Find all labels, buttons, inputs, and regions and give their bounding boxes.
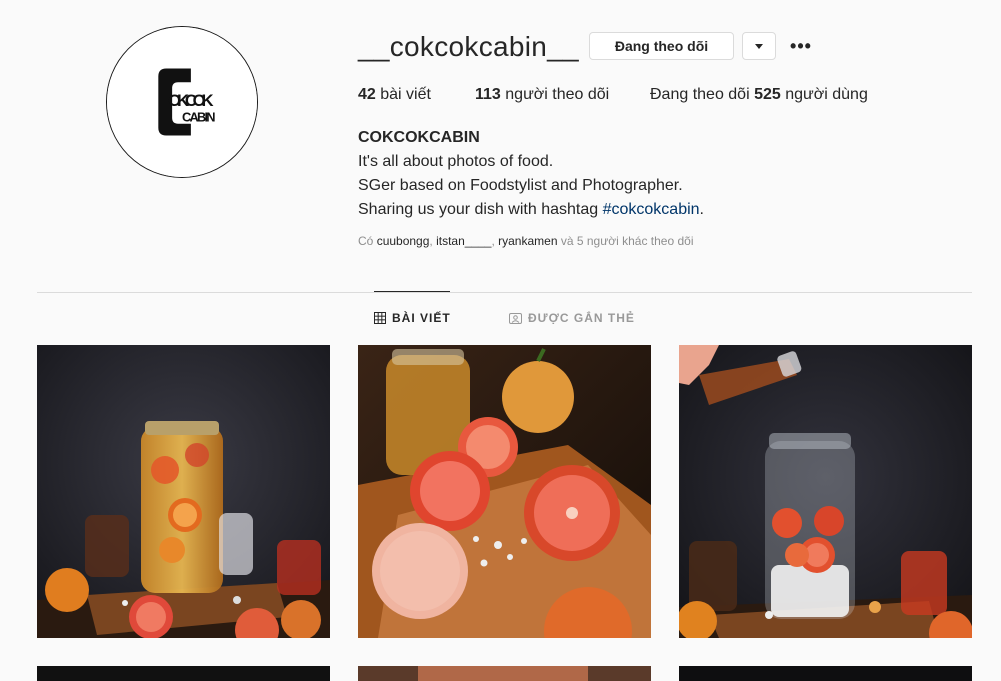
posts-stat: 42 bài viết — [358, 86, 431, 104]
post-image-blood-oranges — [358, 345, 651, 638]
bio-name: COKCOKCABIN — [358, 129, 480, 146]
grid-icon — [374, 312, 386, 324]
post-image-partial — [679, 666, 972, 681]
post-image-jar-citrus — [37, 345, 330, 638]
following-button[interactable]: Đang theo dõi — [589, 32, 734, 60]
following-count: 525 — [754, 86, 781, 103]
post-thumbnail[interactable] — [37, 666, 330, 681]
bio-line-1: It's all about photos of food. — [358, 153, 554, 170]
post-thumbnail[interactable] — [358, 666, 651, 681]
tab-posts-label: BÀI VIẾT — [392, 311, 451, 325]
more-options-button[interactable]: ••• — [786, 32, 816, 60]
bio-line-3: Sharing us your dish with hashtag #cokco… — [358, 198, 704, 222]
following-label: người dùng — [785, 86, 868, 103]
post-image-partial — [37, 666, 330, 681]
post-image-pouring-jar — [679, 345, 972, 638]
suggestions-dropdown-button[interactable] — [742, 32, 776, 60]
svg-text:CABIN: CABIN — [182, 110, 216, 125]
chevron-down-icon — [755, 43, 763, 49]
tab-tagged[interactable]: ĐƯỢC GẮN THẺ — [509, 311, 635, 325]
post-image-partial — [358, 666, 651, 681]
following-stat[interactable]: Đang theo dõi 525 người dùng — [650, 86, 868, 104]
tag-icon — [509, 313, 522, 324]
post-thumbnail[interactable] — [679, 345, 972, 638]
followers-stat[interactable]: 113 người theo dõi — [475, 86, 609, 104]
follower-user-link[interactable]: ryankamen — [498, 234, 557, 248]
svg-text:OKCOK: OKCOK — [168, 91, 213, 110]
posts-label: bài viết — [380, 86, 431, 103]
followed-by-prefix: Có — [358, 234, 377, 248]
post-thumbnail[interactable] — [37, 345, 330, 638]
follower-user-link[interactable]: cuubongg — [377, 234, 430, 248]
followers-count: 113 — [475, 86, 501, 103]
post-thumbnail[interactable] — [679, 666, 972, 681]
followers-label: người theo dõi — [505, 86, 610, 103]
bio-line-3-prefix: Sharing us your dish with hashtag — [358, 201, 603, 218]
following-prefix: Đang theo dõi — [650, 86, 750, 103]
bio-line-2: SGer based on Foodstylist and Photograph… — [358, 177, 683, 194]
tab-tagged-label: ĐƯỢC GẮN THẺ — [528, 311, 635, 325]
profile-page: OKCOK CABIN __cokcokcabin__ Đang theo dõ… — [0, 0, 1001, 681]
cokcok-logo-icon: OKCOK CABIN — [107, 27, 257, 177]
follower-user-link[interactable]: itstan____ — [436, 234, 491, 248]
posts-count: 42 — [358, 86, 376, 103]
hashtag-link[interactable]: #cokcokcabin — [603, 201, 700, 218]
tabs-divider — [37, 292, 972, 293]
tab-posts[interactable]: BÀI VIẾT — [374, 311, 451, 325]
post-thumbnail[interactable] — [358, 345, 651, 638]
followed-by-text[interactable]: Có cuubongg, itstan____, ryankamen và 5 … — [358, 234, 694, 248]
profile-avatar[interactable]: OKCOK CABIN — [106, 26, 258, 178]
bio-line-3-suffix: . — [699, 201, 704, 218]
more-options-icon: ••• — [790, 35, 812, 56]
active-tab-indicator — [374, 291, 450, 292]
profile-username: __cokcokcabin__ — [358, 31, 579, 62]
followed-by-suffix: và 5 người khác theo dõi — [557, 234, 694, 248]
profile-bio: COKCOKCABIN It's all about photos of foo… — [358, 126, 704, 222]
